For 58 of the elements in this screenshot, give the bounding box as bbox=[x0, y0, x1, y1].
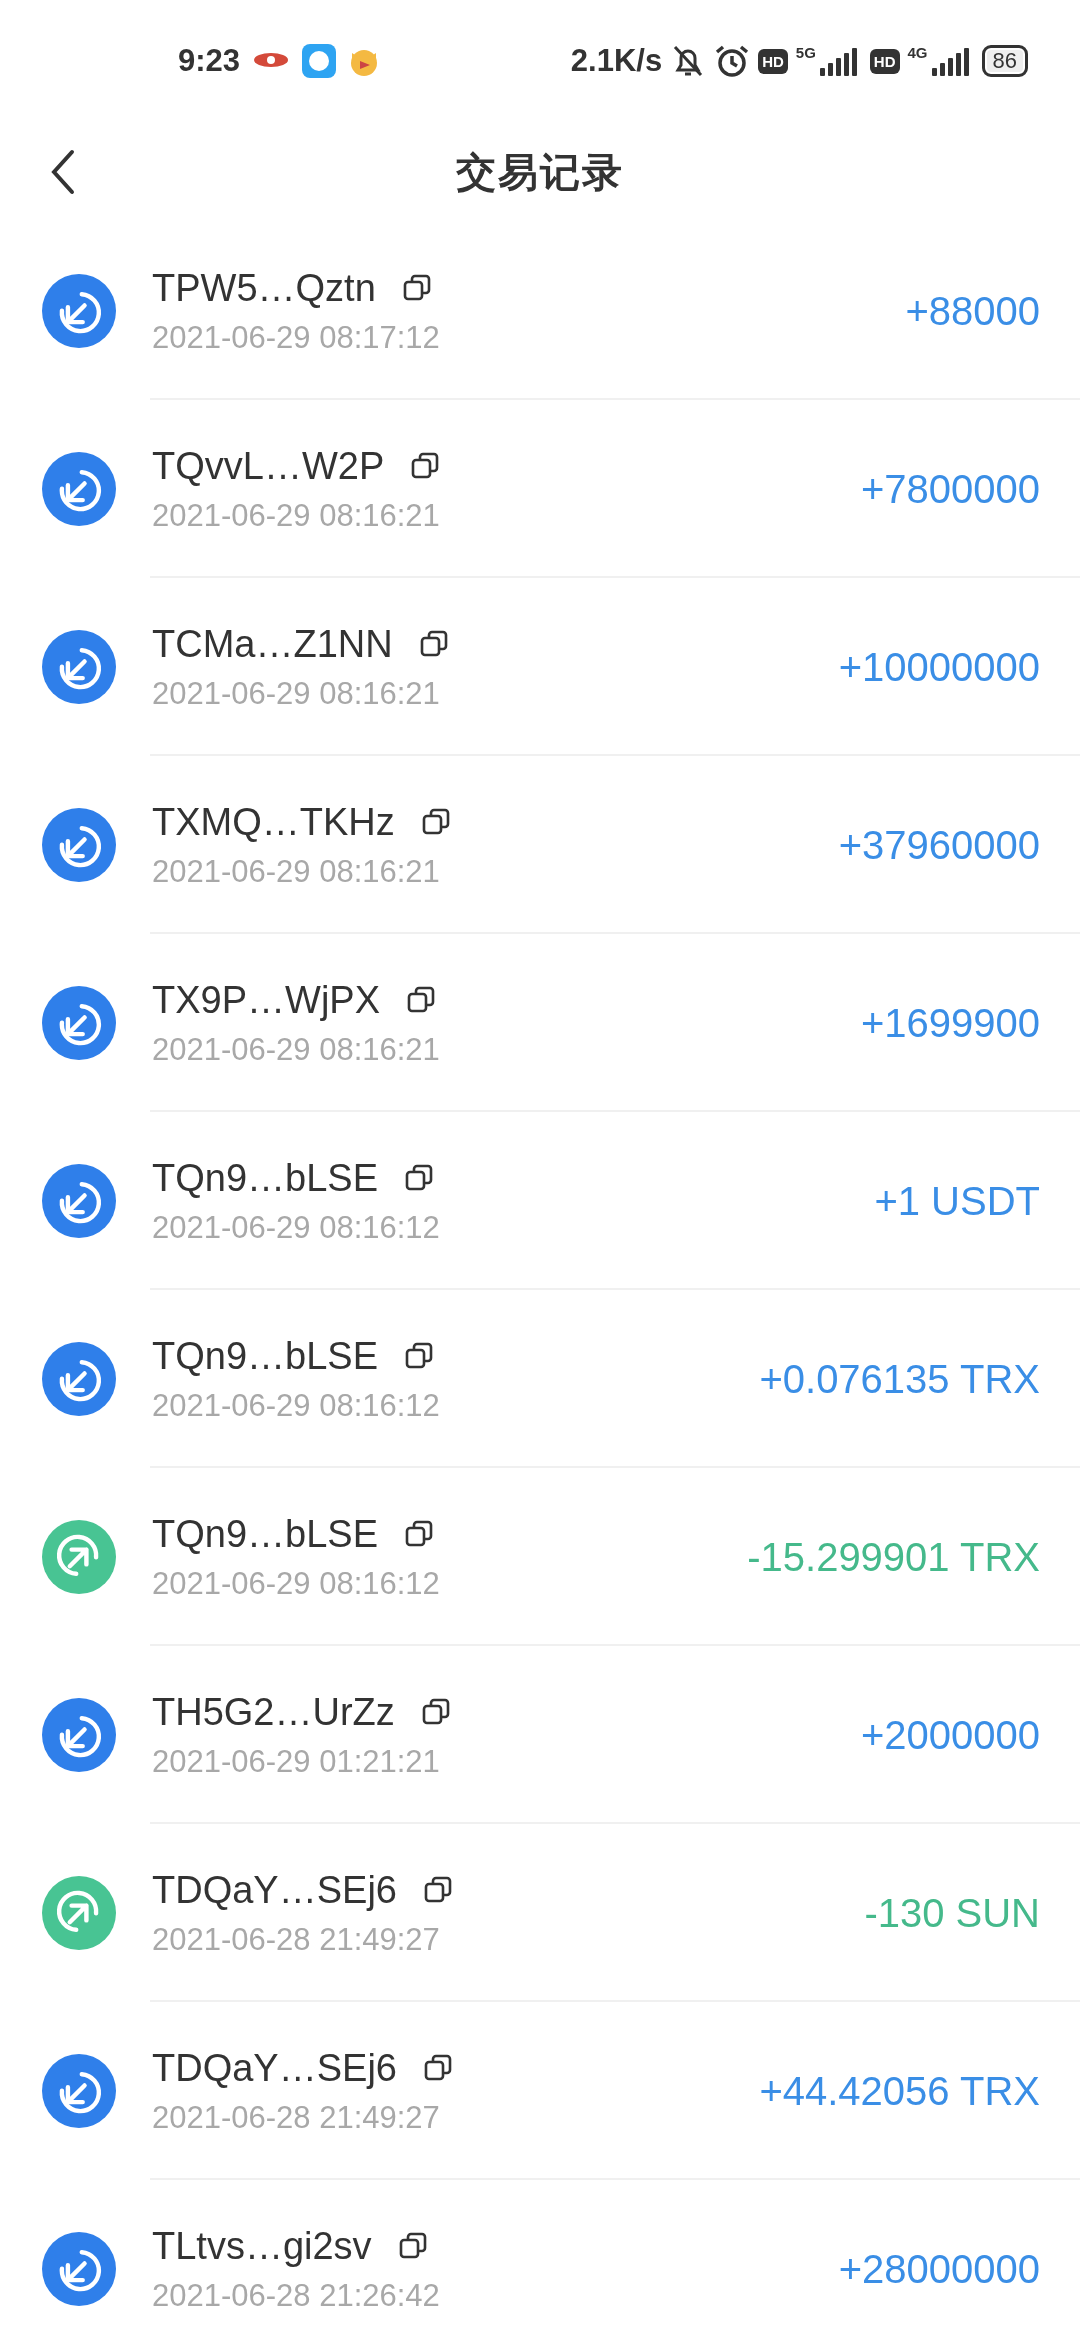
copy-icon[interactable] bbox=[420, 807, 451, 837]
page-title: 交易记录 bbox=[456, 148, 624, 196]
transaction-amount: +10000000 bbox=[838, 644, 1040, 690]
alarm-clock-icon bbox=[714, 43, 751, 79]
transaction-time: 2021-06-28 21:26:42 bbox=[152, 2277, 440, 2314]
wallet-address: TCMa…Z1NN bbox=[152, 622, 393, 666]
network-type: 4G bbox=[907, 44, 928, 61]
transaction-time: 2021-06-29 08:16:21 bbox=[152, 497, 441, 534]
copy-icon[interactable] bbox=[404, 1163, 434, 1193]
wallet-address: TQn9…bLSE bbox=[152, 1156, 378, 1200]
copy-icon[interactable] bbox=[422, 1875, 453, 1905]
transaction-time: 2021-06-29 08:17:12 bbox=[152, 319, 440, 356]
wallet-address: TLtvs…gi2sv bbox=[152, 2224, 372, 2268]
transaction-time: 2021-06-29 08:16:21 bbox=[152, 675, 441, 712]
copy-icon[interactable] bbox=[404, 1341, 434, 1371]
battery-level: 86 bbox=[981, 45, 1028, 77]
wallet-address: TH5G2…UrZz bbox=[152, 1690, 395, 1734]
transaction-time: 2021-06-29 08:16:21 bbox=[152, 853, 441, 890]
wallet-address: TDQaY…SEj6 bbox=[152, 2046, 397, 2090]
transaction-amount: +1 USDT bbox=[874, 1178, 1040, 1224]
wallet-address: TPW5…Qztn bbox=[152, 266, 376, 310]
wallet-address: TXMQ…TKHz bbox=[152, 800, 395, 844]
wallet-address: TQvvL…W2P bbox=[152, 444, 385, 488]
chat-app-icon bbox=[302, 44, 337, 78]
transaction-amount: +28000000 bbox=[838, 2246, 1040, 2292]
hd-badge: HD bbox=[758, 48, 788, 74]
copy-icon[interactable] bbox=[406, 985, 437, 1015]
network-type: 5G bbox=[795, 44, 816, 61]
network-speed: 2.1K/s bbox=[570, 43, 663, 79]
wallet-address: TQn9…bLSE bbox=[152, 1512, 378, 1556]
transaction-time: 2021-06-29 08:16:21 bbox=[152, 1031, 440, 1068]
transaction-time: 2021-06-29 08:16:12 bbox=[152, 1209, 440, 1246]
transaction-amount: +37960000 bbox=[838, 822, 1040, 868]
copy-icon[interactable] bbox=[418, 629, 449, 659]
transaction-amount: +44.42056 TRX bbox=[759, 2068, 1040, 2114]
copy-icon[interactable] bbox=[397, 2231, 428, 2261]
transaction-amount: +1699900 bbox=[860, 1000, 1040, 1046]
transaction-time: 2021-06-28 21:49:27 bbox=[152, 1921, 441, 1958]
copy-icon[interactable] bbox=[401, 273, 432, 303]
copy-icon[interactable] bbox=[404, 1519, 434, 1549]
wallet-address: TX9P…WjPX bbox=[152, 978, 381, 1022]
wallet-address: TDQaY…SEj6 bbox=[152, 1868, 397, 1912]
copy-icon[interactable] bbox=[410, 451, 441, 481]
transaction-time: 2021-06-29 08:16:12 bbox=[152, 1565, 440, 1602]
transaction-amount: -130 SUN bbox=[864, 1890, 1040, 1936]
transaction-amount: -15.299901 TRX bbox=[747, 1534, 1040, 1580]
transaction-time: 2021-06-29 01:21:21 bbox=[152, 1743, 441, 1780]
transaction-time: 2021-06-28 21:49:27 bbox=[152, 2099, 441, 2136]
transaction-amount: +88000 bbox=[905, 288, 1040, 334]
copy-icon[interactable] bbox=[420, 1697, 451, 1727]
transaction-time: 2021-06-29 08:16:12 bbox=[152, 1387, 440, 1424]
wallet-address: TQn9…bLSE bbox=[152, 1334, 378, 1378]
transaction-amount: +0.076135 TRX bbox=[759, 1356, 1040, 1402]
transaction-amount: +2000000 bbox=[860, 1712, 1040, 1758]
transaction-amount: +7800000 bbox=[860, 466, 1040, 512]
copy-icon[interactable] bbox=[422, 2053, 453, 2083]
hd-badge: HD bbox=[869, 48, 900, 74]
clock-time: 9:23 bbox=[178, 43, 241, 79]
